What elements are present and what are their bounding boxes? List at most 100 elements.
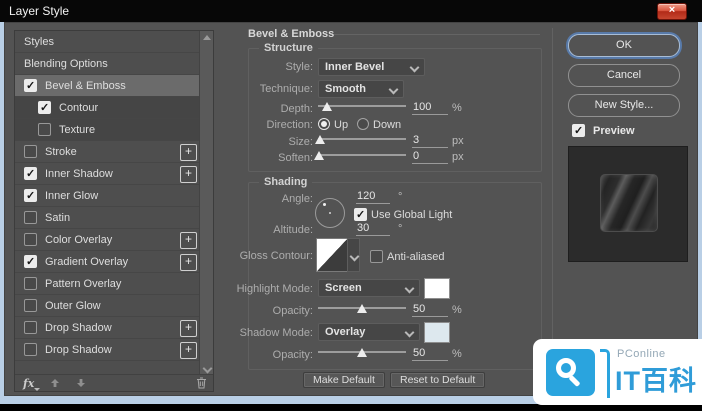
depth-label: Depth: — [280, 103, 313, 115]
title-bar[interactable]: Layer Style — [0, 0, 702, 22]
slider-thumb[interactable] — [315, 135, 325, 144]
style-preview-thumbnail — [600, 174, 658, 232]
shadow-color-swatch[interactable] — [424, 322, 450, 343]
add-effect-plus-icon[interactable]: + — [180, 166, 197, 183]
angle-dial[interactable] — [315, 198, 345, 228]
move-effect-down-icon[interactable] — [76, 378, 86, 388]
checkbox[interactable] — [24, 79, 37, 92]
sidebar-item-drop-shadow-2[interactable]: Drop Shadow + — [15, 339, 200, 361]
preview-checkbox[interactable] — [572, 124, 585, 137]
sidebar-item-inner-glow[interactable]: Inner Glow — [15, 185, 200, 207]
sidebar-item-contour[interactable]: Contour — [15, 97, 200, 119]
slider-thumb[interactable] — [314, 151, 324, 160]
sidebar-item-pattern-overlay[interactable]: Pattern Overlay — [15, 273, 200, 295]
size-slider[interactable] — [315, 133, 406, 145]
chevron-down-icon — [349, 251, 360, 262]
technique-dropdown[interactable]: Smooth — [318, 80, 404, 98]
preview-label[interactable]: Preview — [593, 125, 635, 137]
size-unit: px — [452, 135, 464, 147]
checkbox[interactable] — [38, 101, 51, 114]
shadow-opacity-value-field[interactable]: 50 — [412, 347, 448, 361]
move-effect-up-icon[interactable] — [50, 378, 60, 388]
angle-dial-pointer[interactable] — [323, 203, 326, 206]
direction-up-label[interactable]: Up — [334, 119, 348, 131]
sidebar-item-blending-options[interactable]: Blending Options — [15, 53, 200, 75]
reset-to-default-button[interactable]: Reset to Default — [390, 372, 486, 388]
checkbox[interactable] — [24, 321, 37, 334]
angle-value-field[interactable]: 120 — [356, 190, 390, 204]
sidebar-item-outer-glow[interactable]: Outer Glow — [15, 295, 200, 317]
checkbox[interactable] — [24, 277, 37, 290]
use-global-light-label[interactable]: Use Global Light — [371, 209, 452, 221]
altitude-value-field[interactable]: 30 — [356, 222, 390, 236]
direction-up-radio[interactable] — [318, 118, 330, 130]
use-global-light-checkbox[interactable] — [354, 208, 367, 221]
highlight-opacity-value-field[interactable]: 50 — [412, 303, 448, 317]
sidebar-item-gradient-overlay[interactable]: Gradient Overlay + — [15, 251, 200, 273]
gloss-contour-dropdown[interactable] — [347, 238, 360, 272]
checkbox[interactable] — [38, 123, 51, 136]
style-dropdown[interactable]: Inner Bevel — [318, 58, 425, 76]
shadow-opacity-label: Opacity: — [272, 349, 313, 361]
styles-list: Styles Blending Options Bevel & Emboss C… — [15, 31, 200, 361]
scroll-up-icon[interactable] — [203, 35, 211, 40]
gloss-contour-thumbnail[interactable] — [316, 238, 348, 272]
slider-thumb[interactable] — [357, 348, 367, 357]
checkbox[interactable] — [24, 167, 37, 180]
add-effect-plus-icon[interactable]: + — [180, 320, 197, 337]
soften-slider[interactable] — [314, 149, 406, 161]
anti-aliased-checkbox[interactable] — [370, 250, 383, 263]
chevron-down-icon — [409, 62, 420, 73]
title-separator — [334, 34, 540, 35]
checkbox[interactable] — [24, 343, 37, 356]
sidebar-item-texture[interactable]: Texture — [15, 119, 200, 141]
depth-slider[interactable] — [318, 100, 406, 112]
soften-value-field[interactable]: 0 — [412, 150, 448, 164]
checkbox[interactable] — [24, 233, 37, 246]
shadow-mode-dropdown[interactable]: Overlay — [318, 323, 420, 341]
angle-unit: ° — [398, 191, 403, 203]
ok-button[interactable]: OK — [568, 34, 680, 57]
sidebar-item-bevel-emboss[interactable]: Bevel & Emboss — [15, 75, 200, 97]
fx-menu-button[interactable]: fx — [23, 377, 41, 391]
sidebar-item-color-overlay[interactable]: Color Overlay + — [15, 229, 200, 251]
add-effect-plus-icon[interactable]: + — [180, 232, 197, 249]
checkbox[interactable] — [24, 211, 37, 224]
delete-effect-trash-icon[interactable] — [196, 377, 207, 389]
anti-aliased-label[interactable]: Anti-aliased — [387, 251, 444, 263]
add-effect-plus-icon[interactable]: + — [180, 342, 197, 359]
shadow-opacity-unit: % — [452, 348, 462, 360]
style-preview-box — [568, 146, 688, 262]
sidebar-item-styles[interactable]: Styles — [15, 31, 200, 53]
checkbox[interactable] — [24, 189, 37, 202]
scroll-down-icon[interactable] — [202, 363, 213, 374]
make-default-button[interactable]: Make Default — [303, 372, 385, 388]
direction-down-label[interactable]: Down — [373, 119, 401, 131]
sidebar-item-inner-shadow[interactable]: Inner Shadow + — [15, 163, 200, 185]
highlight-color-swatch[interactable] — [424, 278, 450, 299]
slider-thumb[interactable] — [322, 102, 332, 111]
cancel-button[interactable]: Cancel — [568, 64, 680, 87]
checkbox[interactable] — [24, 255, 37, 268]
size-value-field[interactable]: 3 — [412, 134, 448, 148]
checkbox[interactable] — [24, 145, 37, 158]
highlight-mode-dropdown[interactable]: Screen — [318, 279, 420, 297]
direction-down-radio[interactable] — [357, 118, 369, 130]
sidebar-item-satin[interactable]: Satin — [15, 207, 200, 229]
soften-label: Soften: — [278, 152, 313, 164]
chevron-down-icon — [404, 327, 415, 338]
list-scrollbar[interactable] — [199, 31, 213, 377]
sidebar-item-stroke[interactable]: Stroke + — [15, 141, 200, 163]
close-button[interactable]: × — [657, 3, 687, 20]
highlight-opacity-unit: % — [452, 304, 462, 316]
sidebar-item-drop-shadow[interactable]: Drop Shadow + — [15, 317, 200, 339]
new-style-button[interactable]: New Style... — [568, 94, 680, 117]
add-effect-plus-icon[interactable]: + — [180, 254, 197, 271]
add-effect-plus-icon[interactable]: + — [180, 144, 197, 161]
shadow-opacity-slider[interactable] — [318, 346, 406, 358]
watermark-card: PConline IT百科 — [533, 339, 702, 405]
slider-thumb[interactable] — [357, 304, 367, 313]
depth-value-field[interactable]: 100 — [412, 101, 448, 115]
highlight-opacity-slider[interactable] — [318, 302, 406, 314]
checkbox[interactable] — [24, 299, 37, 312]
